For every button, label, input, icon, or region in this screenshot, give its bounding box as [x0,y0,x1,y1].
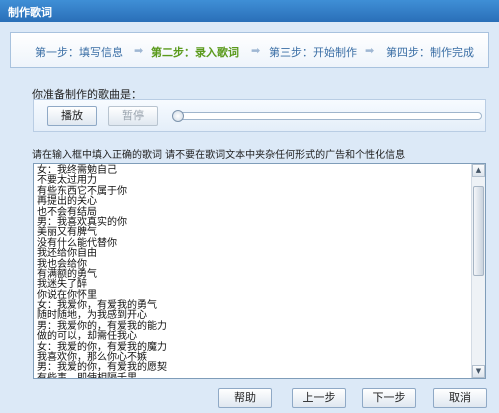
pause-button[interactable]: 暂停 [108,106,158,126]
progress-slider[interactable] [174,112,482,120]
prev-button[interactable]: 上一步 [292,388,346,408]
step-arrow-1-icon: ➡ [134,44,144,57]
window-title: 制作歌词 [0,0,499,22]
step-arrow-3-icon: ➡ [365,44,375,57]
lyrics-line: 男：我喜欢真实的你 [37,216,127,228]
help-button[interactable]: 帮助 [218,388,272,408]
lyrics-line: 再提出的关心 [37,196,97,208]
lyrics-scrollbar[interactable]: ▲ ▼ [471,164,485,378]
player-panel: 播放 暂停 [33,99,486,132]
lyrics-line: 有些东西它不属于你 [37,185,127,197]
step-2-active: 第二步：录入歌词 [151,46,239,59]
lyrics-content: 女：我终需勉自己 不要太过用力 有些东西它不属于你 再提出的关心 也不会有结局 男：我喜欢… [37,165,467,379]
lyrics-textarea[interactable]: 女：我终需勉自己 不要太过用力 有些东西它不属于你 再提出的关心 也不会有结局 男：我喜欢… [33,163,486,379]
step-4: 第四步：制作完成 [386,46,474,59]
step-arrow-2-icon: ➡ [251,44,261,57]
lyrics-line: 我迷失了醉 [37,279,87,291]
lyrics-line: 没有什么能代替你 [37,237,117,249]
lyrics-hint: 请在输入框中填入正确的歌词 请不要在歌词文本中夹杂任何形式的广告和个性化信息 [32,150,406,161]
wizard-steps: 第一步：填写信息 ➡ 第二步：录入歌词 ➡ 第三步：开始制作 ➡ 第四步：制作完… [10,32,489,68]
lyrics-line: 女：我终需勉自己 [37,165,117,176]
lyrics-line: 我也会给你 [37,258,87,270]
lyrics-line: 我还给你自由 [37,248,97,260]
scroll-down-icon[interactable]: ▼ [472,365,485,378]
scroll-up-icon[interactable]: ▲ [472,164,485,177]
scroll-thumb[interactable] [473,186,484,276]
step-3: 第三步：开始制作 [269,46,357,59]
cancel-button[interactable]: 取消 [433,388,487,408]
lyrics-line: 有些事，即使相隔千里 [37,372,137,379]
progress-slider-thumb[interactable] [172,110,184,122]
step-1: 第一步：填写信息 [35,46,123,59]
next-button[interactable]: 下一步 [362,388,416,408]
play-button[interactable]: 播放 [47,106,97,126]
lyrics-line: 有满额的勇气 [37,268,97,280]
